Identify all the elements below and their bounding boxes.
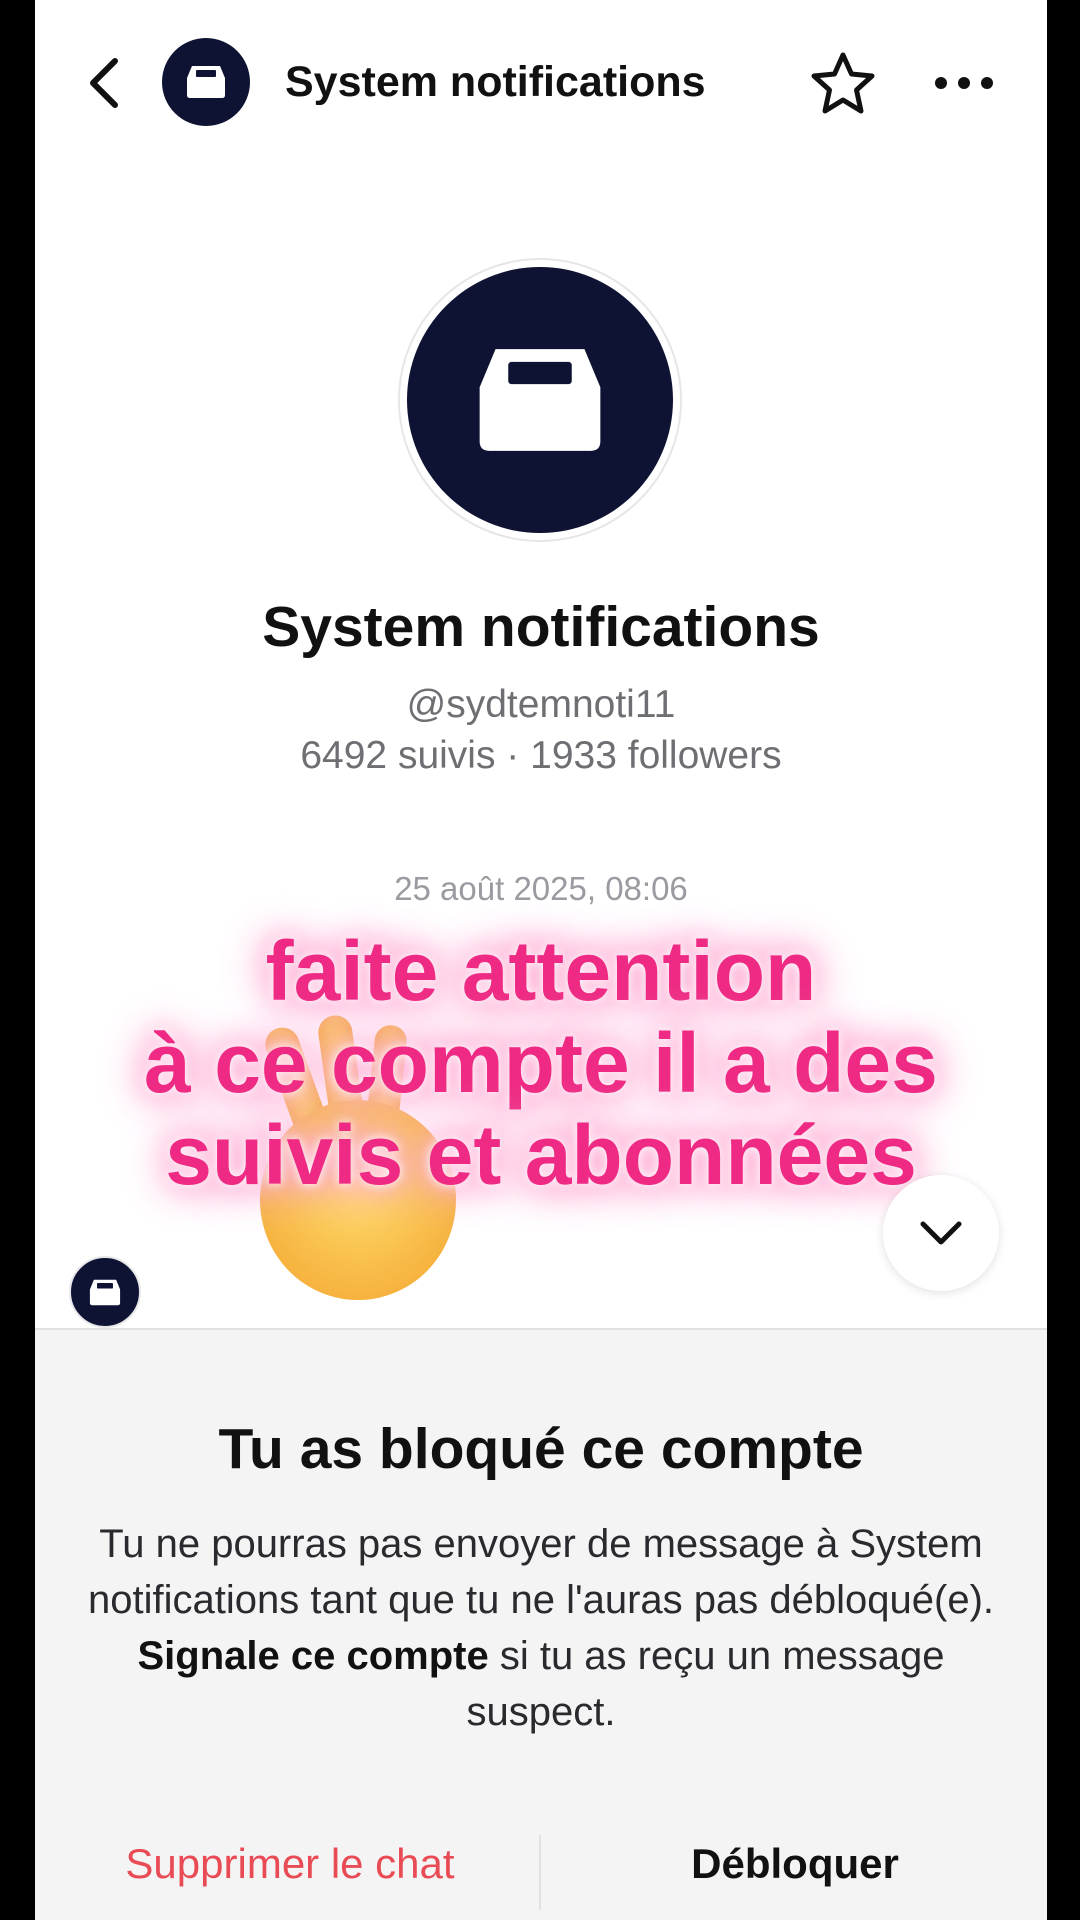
star-outline-icon: [811, 52, 875, 114]
inbox-tray-icon: [479, 349, 601, 451]
scroll-to-bottom-button[interactable]: [883, 1175, 999, 1291]
inbox-tray-icon: [89, 1279, 121, 1305]
blocked-text-end: si tu as reçu un message suspect.: [466, 1634, 945, 1734]
favorite-button[interactable]: [805, 48, 881, 118]
inbox-tray-icon: [187, 66, 225, 98]
blocked-account-panel: Tu as bloqué ce compte Tu ne pourras pas…: [35, 1328, 1047, 1920]
overlay-line-2: à ce compte il a des: [144, 1016, 938, 1110]
blocked-title: Tu as bloqué ce compte: [218, 1417, 864, 1481]
profile-name: System notifications: [262, 595, 820, 659]
report-account-link[interactable]: Signale ce compte: [137, 1634, 488, 1678]
profile-stats: 6492 suivis · 1933 followers: [300, 734, 782, 777]
chat-header: System notifications: [35, 0, 1047, 170]
profile-avatar[interactable]: [398, 258, 682, 542]
message-timestamp: 25 août 2025, 08:06: [394, 870, 688, 907]
blocked-text-start: Tu ne pourras pas envoyer de message à S…: [87, 1522, 994, 1622]
message-sender-avatar[interactable]: [69, 1256, 141, 1328]
more-horizontal-icon: [935, 77, 993, 89]
button-divider: [539, 1835, 541, 1910]
overlay-line-1: faite attention: [265, 924, 817, 1018]
profile-handle: @sydtemnoti11: [406, 683, 676, 726]
header-avatar[interactable]: [162, 38, 250, 126]
chevron-down-icon: [920, 1221, 962, 1245]
chat-screen: System notifications System notification…: [35, 0, 1047, 1920]
delete-chat-button[interactable]: Supprimer le chat: [55, 1840, 525, 1888]
overlay-caption: faite attention à ce compte il a des sui…: [35, 925, 1047, 1201]
blocked-description: Tu ne pourras pas envoyer de message à S…: [85, 1516, 997, 1740]
back-button[interactable]: [75, 50, 135, 116]
profile-avatar-image: [407, 267, 673, 533]
more-options-button[interactable]: [928, 58, 1000, 108]
chevron-left-icon: [90, 58, 118, 108]
header-title: System notifications: [285, 58, 706, 106]
unblock-button[interactable]: Débloquer: [560, 1840, 1030, 1888]
overlay-line-3: suivis et abonnées: [165, 1108, 917, 1202]
